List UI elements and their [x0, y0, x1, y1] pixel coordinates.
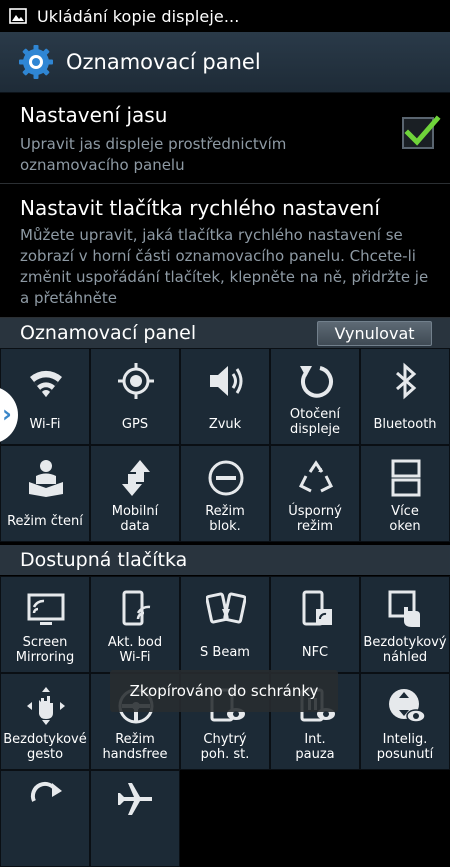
- available-tiles-grid: Screen Mirroring Akt. bod Wi-Fi S Beam N…: [0, 576, 450, 867]
- tile-air-gesture[interactable]: Bezdotykové gesto: [0, 673, 90, 770]
- reset-button[interactable]: Vynulovat: [317, 321, 432, 346]
- tile-label: NFC: [301, 645, 329, 660]
- tile-label: Zvuk: [208, 417, 242, 432]
- tile-label: Bezdotykové gesto: [3, 732, 87, 762]
- tile-nfc[interactable]: NFC: [270, 576, 360, 673]
- air-gesture-icon: [27, 687, 65, 725]
- nfc-icon: [302, 590, 332, 626]
- tile-label: Intelig. posunutí: [376, 732, 434, 762]
- image-icon: [9, 8, 27, 24]
- tile-blocking-mode[interactable]: Režim blok.: [180, 445, 270, 542]
- brightness-description: Upravit jas displeje prostřednictvím ozn…: [20, 135, 287, 174]
- hotspot-icon: [122, 590, 151, 626]
- section-label: Dostupná tlačítka: [20, 549, 188, 571]
- panel-tiles-grid: Wi-Fi GPS Zvuk Otočení displeje Bluetoot…: [0, 348, 450, 542]
- checkmark-icon: [404, 115, 441, 146]
- brightness-checkbox[interactable]: [402, 115, 441, 149]
- tile-label: Bezdotykový náhled: [363, 635, 447, 665]
- mobile-data-icon: [122, 460, 150, 496]
- notification-panel-section-header: Oznamovací panel Vynulovat: [0, 318, 450, 348]
- gps-icon: [118, 363, 154, 399]
- tile-label: Režim handsfree: [102, 732, 168, 762]
- tile-label: Bluetooth: [373, 417, 437, 432]
- tile-label: Otočení displeje: [289, 407, 341, 437]
- tile-label: Úsporný režim: [288, 504, 342, 534]
- available-buttons-section-header: Dostupná tlačítka: [0, 545, 450, 575]
- air-view-icon: [388, 590, 420, 627]
- tile-label: Mobilní data: [111, 504, 159, 534]
- quick-settings-description: Můžete upravit, jaká tlačítka rychlého n…: [20, 226, 429, 307]
- tile-label: Režim blok.: [205, 504, 245, 534]
- wifi-icon: [30, 370, 62, 397]
- reading-mode-icon: [29, 460, 63, 497]
- chevron-right-icon: ›: [2, 400, 12, 428]
- tile-air-view[interactable]: Bezdotykový náhled: [360, 576, 450, 673]
- tile-label: Chytrý poh. st.: [200, 732, 250, 762]
- status-bar: Ukládání kopie displeje...: [0, 0, 450, 32]
- blocking-mode-icon: [208, 460, 244, 496]
- brightness-title: Nastavení jasu: [20, 103, 168, 127]
- tile-label: Akt. bod Wi-Fi: [107, 635, 163, 665]
- tile-power-saving[interactable]: Úsporný režim: [270, 445, 360, 542]
- sound-icon: [210, 366, 243, 396]
- tile-screen-mirroring[interactable]: Screen Mirroring: [0, 576, 90, 673]
- power-saving-icon: [298, 460, 334, 493]
- tile-sync[interactable]: [0, 770, 90, 867]
- action-bar: Oznamovací panel: [0, 32, 450, 93]
- screen-mirroring-icon: [27, 593, 65, 625]
- tile-s-beam[interactable]: S Beam: [180, 576, 270, 673]
- tile-label: Int. pauza: [295, 732, 335, 762]
- tile-rotation[interactable]: Otočení displeje: [270, 348, 360, 445]
- tile-label: Režim čtení: [7, 514, 83, 529]
- clipboard-toast: Zkopírováno do schránky: [110, 670, 338, 712]
- tile-smart-scroll[interactable]: Intelig. posunutí: [360, 673, 450, 770]
- status-text: Ukládání kopie displeje...: [37, 6, 240, 26]
- tile-gps[interactable]: GPS: [90, 348, 180, 445]
- tile-label: Screen Mirroring: [15, 635, 75, 665]
- tile-mobile-data[interactable]: Mobilní data: [90, 445, 180, 542]
- tile-label: GPS: [121, 417, 149, 432]
- tile-airplane[interactable]: [90, 770, 180, 867]
- tile-reading-mode[interactable]: Režim čtení: [0, 445, 90, 542]
- tile-multi-window[interactable]: Více oken: [360, 445, 450, 542]
- airplane-icon: [118, 783, 152, 815]
- quick-settings-setting-row[interactable]: Nastavit tlačítka rychlého nastavení Můž…: [0, 184, 450, 318]
- brightness-setting-row[interactable]: Nastavení jasu Upravit jas displeje pros…: [0, 93, 450, 184]
- tile-bluetooth[interactable]: Bluetooth: [360, 348, 450, 445]
- section-label: Oznamovací panel: [20, 322, 197, 344]
- settings-gear-icon[interactable]: [18, 44, 54, 80]
- tile-label: S Beam: [200, 645, 250, 660]
- bluetooth-icon: [396, 362, 417, 400]
- s-beam-icon: [206, 592, 246, 624]
- tile-sound[interactable]: Zvuk: [180, 348, 270, 445]
- quick-settings-title: Nastavit tlačítka rychlého nastavení: [20, 196, 380, 220]
- tile-hotspot[interactable]: Akt. bod Wi-Fi: [90, 576, 180, 673]
- sync-icon: [30, 781, 62, 802]
- rotation-icon: [300, 366, 333, 398]
- smart-scroll-icon: [389, 689, 426, 723]
- tile-label: Více oken: [389, 504, 421, 534]
- page-title: Oznamovací panel: [66, 50, 261, 74]
- multi-window-icon: [391, 459, 421, 497]
